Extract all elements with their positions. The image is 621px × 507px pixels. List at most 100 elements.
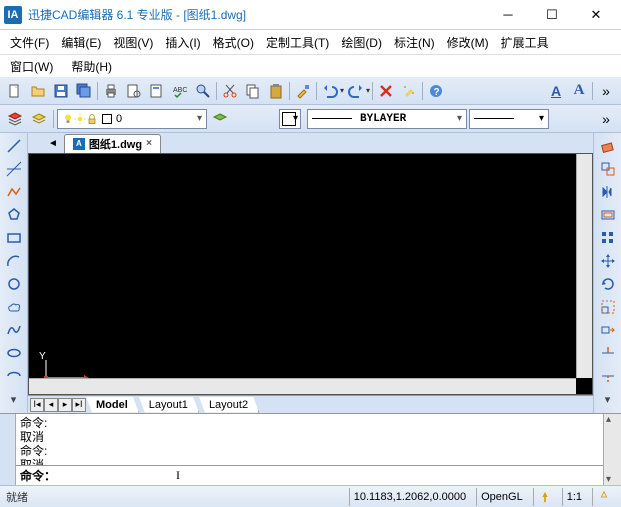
menu-dimension[interactable]: 标注(N): [390, 32, 439, 53]
mirror-tool-icon[interactable]: [596, 181, 620, 203]
annotation-visibility-icon[interactable]: [592, 488, 615, 506]
linetype-preview: [312, 118, 352, 119]
open-icon[interactable]: [27, 80, 49, 102]
menu-view[interactable]: 视图(V): [109, 32, 157, 53]
help-icon[interactable]: ?: [425, 80, 447, 102]
menu-help[interactable]: 帮助(H): [67, 56, 116, 77]
text-style-icon[interactable]: A: [545, 80, 567, 102]
draw-overflow-icon[interactable]: ▾: [2, 388, 26, 410]
cut-icon[interactable]: [219, 80, 241, 102]
scale-tool-icon[interactable]: [596, 296, 620, 318]
circle-tool-icon[interactable]: [2, 273, 26, 295]
command-grip[interactable]: [0, 414, 16, 485]
layout-next-icon[interactable]: ▸: [58, 398, 72, 412]
scale-display[interactable]: 1:1: [562, 488, 586, 506]
layout-prev-icon[interactable]: ◂: [44, 398, 58, 412]
paste-icon[interactable]: [265, 80, 287, 102]
menubar: 文件(F) 编辑(E) 视图(V) 插入(I) 格式(O) 定制工具(T) 绘图…: [0, 30, 621, 55]
color-control[interactable]: [279, 109, 301, 129]
menu-file[interactable]: 文件(F): [6, 32, 53, 53]
toolbar-overflow-icon[interactable]: »: [595, 80, 617, 102]
menu-draw[interactable]: 绘图(D): [337, 32, 386, 53]
menu-extension-tools[interactable]: 扩展工具: [497, 32, 553, 53]
redo-icon[interactable]: [345, 80, 367, 102]
menu-edit[interactable]: 编辑(E): [57, 32, 105, 53]
layer-toolbar: 0 BYLAYER ▾ »: [0, 105, 621, 133]
copy-icon[interactable]: [242, 80, 264, 102]
layout-first-icon[interactable]: I◂: [30, 398, 44, 412]
toolbar2-overflow-icon[interactable]: »: [595, 108, 617, 130]
layout2-tab[interactable]: Layout2: [199, 397, 259, 413]
layer-dropdown[interactable]: 0: [57, 109, 207, 129]
ellipse-tool-icon[interactable]: [2, 342, 26, 364]
saveall-icon[interactable]: [73, 80, 95, 102]
save-icon[interactable]: [50, 80, 72, 102]
model-tab[interactable]: Model: [86, 397, 139, 413]
layout-last-icon[interactable]: ▸I: [72, 398, 86, 412]
rectangle-tool-icon[interactable]: [2, 227, 26, 249]
ellipse-arc-icon[interactable]: [2, 365, 26, 387]
line-tool-icon[interactable]: [2, 135, 26, 157]
polyline-tool-icon[interactable]: [2, 181, 26, 203]
extend-tool-icon[interactable]: [596, 365, 620, 387]
layer-prev-icon[interactable]: [209, 108, 231, 130]
layer-state-icon[interactable]: [28, 108, 50, 130]
linetype-name: BYLAYER: [360, 113, 406, 125]
matchprop-icon[interactable]: [292, 80, 314, 102]
menu-custom-tools[interactable]: 定制工具(T): [262, 32, 333, 53]
window-title: 迅捷CAD编辑器 6.1 专业版 - [图纸1.dwg]: [28, 6, 495, 23]
print-preview-icon[interactable]: [123, 80, 145, 102]
canvas-scrollbar-v[interactable]: [576, 154, 592, 378]
layout1-tab[interactable]: Layout1: [139, 397, 199, 413]
tab-nav-left-icon[interactable]: ◄: [48, 138, 58, 149]
find-icon[interactable]: [192, 80, 214, 102]
drawing-canvas[interactable]: Y X: [28, 153, 593, 395]
coordinates-display[interactable]: 10.1183,1.2062,0.0000: [349, 488, 470, 506]
app-icon: IA: [4, 6, 22, 24]
titlebar: IA 迅捷CAD编辑器 6.1 专业版 - [图纸1.dwg] ─ ☐ ✕: [0, 0, 621, 30]
undo-icon[interactable]: [319, 80, 341, 102]
trim-tool-icon[interactable]: [596, 342, 620, 364]
linetype-dropdown[interactable]: BYLAYER: [307, 109, 467, 129]
publish-icon[interactable]: [146, 80, 168, 102]
arc-tool-icon[interactable]: [2, 250, 26, 272]
menu-insert[interactable]: 插入(I): [161, 32, 204, 53]
polygon-tool-icon[interactable]: [2, 204, 26, 226]
array-tool-icon[interactable]: [596, 227, 620, 249]
offset-tool-icon[interactable]: [596, 204, 620, 226]
command-input[interactable]: 命令： I: [16, 465, 603, 485]
revision-cloud-icon[interactable]: [2, 296, 26, 318]
command-scrollbar[interactable]: [603, 414, 621, 485]
cleanup-icon[interactable]: [398, 80, 420, 102]
layer-name: 0: [116, 113, 122, 125]
close-button[interactable]: ✕: [583, 4, 609, 26]
construction-line-icon[interactable]: [2, 158, 26, 180]
delete-icon[interactable]: [375, 80, 397, 102]
spellcheck-icon[interactable]: ABC: [169, 80, 191, 102]
annotation-scale-icon[interactable]: [533, 488, 556, 506]
rotate-tool-icon[interactable]: [596, 273, 620, 295]
cmd-line: 命令:: [20, 444, 599, 458]
command-prompt: 命令：: [20, 467, 56, 484]
modify-overflow-icon[interactable]: ▾: [596, 388, 620, 410]
document-tab-label: 图纸1.dwg: [89, 136, 142, 152]
move-tool-icon[interactable]: [596, 250, 620, 272]
menu-format[interactable]: 格式(O): [209, 32, 258, 53]
menu-window[interactable]: 窗口(W): [6, 56, 57, 77]
document-tab[interactable]: A 图纸1.dwg ×: [64, 134, 161, 153]
copy-tool-icon[interactable]: [596, 158, 620, 180]
print-icon[interactable]: [100, 80, 122, 102]
render-mode[interactable]: OpenGL: [476, 488, 527, 506]
maximize-button[interactable]: ☐: [539, 4, 565, 26]
font-icon[interactable]: A: [568, 80, 590, 102]
lineweight-dropdown[interactable]: ▾: [469, 109, 549, 129]
erase-tool-icon[interactable]: [596, 135, 620, 157]
canvas-scrollbar-h[interactable]: [29, 378, 576, 394]
close-tab-icon[interactable]: ×: [146, 138, 152, 149]
new-icon[interactable]: [4, 80, 26, 102]
layer-manager-icon[interactable]: [4, 108, 26, 130]
stretch-tool-icon[interactable]: [596, 319, 620, 341]
minimize-button[interactable]: ─: [495, 4, 521, 26]
menu-modify[interactable]: 修改(M): [443, 32, 493, 53]
spline-tool-icon[interactable]: [2, 319, 26, 341]
